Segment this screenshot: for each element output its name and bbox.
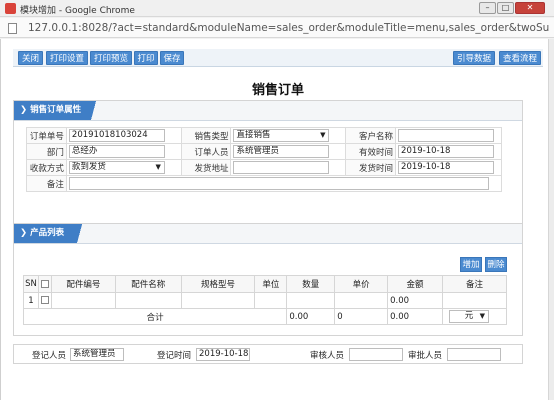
window-title: 模块增加 - Google Chrome bbox=[20, 6, 135, 16]
cell-unit[interactable] bbox=[254, 292, 288, 309]
order-form: 订单单号 20191018103024 销售类型 直接销售 ▼ 客户名称 部门 总… bbox=[26, 127, 503, 192]
section-title: 销售订单属性 bbox=[30, 105, 82, 115]
col-sn: SN bbox=[23, 275, 39, 293]
section-tab[interactable]: ❯ 产品列表 bbox=[14, 224, 93, 243]
col-spec: 规格型号 bbox=[180, 275, 256, 293]
col-price: 单价 bbox=[334, 275, 389, 293]
sales-type-value: 直接销售 bbox=[236, 130, 271, 140]
chevron-right-icon: ❯ bbox=[20, 228, 28, 238]
close-button[interactable]: 关闭 bbox=[18, 51, 43, 65]
total-amount: 0.00 bbox=[387, 308, 443, 325]
guide-data-button[interactable]: 引导数据 bbox=[453, 51, 495, 65]
cell-part-no[interactable] bbox=[50, 292, 116, 309]
window-titlebar: 模块增加 - Google Chrome – □ ✕ bbox=[0, 0, 554, 17]
remark-field[interactable] bbox=[68, 177, 489, 190]
order-no-field[interactable]: 20191018103024 bbox=[68, 129, 165, 142]
sales-type-select[interactable]: 直接销售 ▼ bbox=[233, 129, 330, 142]
valid-time-label: 有效时间 bbox=[345, 143, 397, 160]
registrar-field[interactable]: 系统管理员 bbox=[70, 348, 124, 361]
order-properties-section: ❯ 销售订单属性 订单单号 20191018103024 销售类型 直接销售 ▼ 客… bbox=[13, 100, 523, 224]
total-row: 合计 0.00 0 0.00 元 ▼ bbox=[22, 308, 508, 325]
section-header: ❯ 销售订单属性 bbox=[14, 101, 522, 121]
product-table: SN 配件编号 配件名称 规格型号 单位 数量 单价 金额 备注 1 0.00 … bbox=[22, 275, 508, 325]
app-icon bbox=[5, 3, 16, 14]
order-person-label: 订单人员 bbox=[180, 143, 232, 160]
currency-select[interactable]: 元 ▼ bbox=[448, 310, 489, 323]
total-price: 0 bbox=[334, 308, 389, 325]
caret-down-icon: ▼ bbox=[320, 131, 326, 139]
customer-label: 客户名称 bbox=[345, 127, 397, 144]
col-part-name: 配件名称 bbox=[114, 275, 182, 293]
cell-price[interactable] bbox=[334, 292, 389, 309]
col-quantity: 数量 bbox=[286, 275, 336, 293]
approver-field[interactable] bbox=[447, 348, 501, 361]
col-part-no: 配件编号 bbox=[50, 275, 116, 293]
minimize-icon[interactable]: – bbox=[479, 2, 496, 14]
payment-select[interactable]: 款到发货 ▼ bbox=[68, 161, 165, 174]
col-select-all[interactable] bbox=[37, 275, 52, 293]
product-list-section: ❯ 产品列表 增加 删除 SN 配件编号 配件名称 规格型号 单位 数量 单价 金… bbox=[13, 223, 523, 336]
checkbox[interactable] bbox=[40, 279, 49, 288]
reg-time-field[interactable]: 2019-10-18 bbox=[196, 348, 250, 361]
table-row: 1 0.00 bbox=[23, 292, 508, 309]
table-header: SN 配件编号 配件名称 规格型号 单位 数量 单价 金额 备注 bbox=[23, 275, 508, 293]
reg-time-label: 登记时间 bbox=[157, 351, 192, 361]
delete-row-button[interactable]: 删除 bbox=[485, 257, 507, 272]
col-remark: 备注 bbox=[441, 275, 508, 293]
page-title: 销售订单 bbox=[251, 83, 304, 98]
payment-label: 收款方式 bbox=[26, 159, 67, 176]
close-icon[interactable]: ✕ bbox=[515, 2, 545, 14]
cell-remark[interactable] bbox=[441, 292, 508, 309]
cell-part-name[interactable] bbox=[114, 292, 182, 309]
total-quantity: 0.00 bbox=[286, 308, 336, 325]
view-flow-button[interactable]: 查看流程 bbox=[499, 51, 541, 65]
customer-field[interactable] bbox=[398, 129, 495, 142]
total-label: 合计 bbox=[22, 308, 288, 325]
col-unit: 单位 bbox=[254, 275, 288, 293]
add-row-button[interactable]: 增加 bbox=[460, 257, 482, 272]
order-no-label: 订单单号 bbox=[26, 127, 67, 144]
checkbox[interactable] bbox=[40, 296, 49, 304]
reviewer-field[interactable] bbox=[349, 348, 403, 361]
payment-value: 款到发货 bbox=[71, 162, 106, 172]
department-label: 部门 bbox=[26, 143, 67, 160]
section-title: 产品列表 bbox=[30, 228, 65, 238]
row-sn: 1 bbox=[23, 292, 39, 309]
registrar-label: 登记人员 bbox=[32, 351, 67, 361]
remark-label: 备注 bbox=[26, 175, 67, 192]
col-amount: 金额 bbox=[387, 275, 443, 293]
print-settings-button[interactable]: 打印设置 bbox=[46, 51, 88, 65]
ship-address-field[interactable] bbox=[233, 161, 330, 174]
reviewer-label: 审核人员 bbox=[310, 351, 345, 361]
url-field[interactable]: 127.0.0.1:8028/?act=standard&moduleName=… bbox=[28, 22, 550, 34]
cell-quantity[interactable] bbox=[286, 292, 336, 309]
scrollbar[interactable] bbox=[548, 39, 554, 400]
print-button[interactable]: 打印 bbox=[134, 51, 158, 65]
caret-down-icon: ▼ bbox=[155, 163, 161, 171]
print-preview-button[interactable]: 打印预览 bbox=[90, 51, 132, 65]
sales-type-label: 销售类型 bbox=[180, 127, 232, 144]
address-bar: 127.0.0.1:8028/?act=standard&moduleName=… bbox=[0, 18, 554, 38]
caret-down-icon: ▼ bbox=[479, 312, 485, 320]
section-tab[interactable]: ❯ 销售订单属性 bbox=[14, 101, 110, 120]
toolbar: 关闭 打印设置 打印预览 打印 保存 引导数据 查看流程 bbox=[13, 49, 543, 67]
ship-time-field[interactable]: 2019-10-18 bbox=[398, 161, 495, 174]
section-header: ❯ 产品列表 bbox=[14, 224, 522, 244]
valid-time-field[interactable]: 2019-10-18 bbox=[398, 145, 495, 158]
page-icon bbox=[8, 23, 17, 34]
department-field[interactable]: 总经办 bbox=[68, 145, 165, 158]
order-person-field[interactable]: 系统管理员 bbox=[233, 145, 330, 158]
cell-amount: 0.00 bbox=[387, 292, 443, 309]
cell-spec[interactable] bbox=[180, 292, 256, 309]
registration-bar: 登记人员 系统管理员 登记时间 2019-10-18 审核人员 审批人员 bbox=[13, 344, 523, 364]
ship-address-label: 发货地址 bbox=[180, 159, 232, 176]
chevron-right-icon: ❯ bbox=[20, 105, 28, 115]
approver-label: 审批人员 bbox=[408, 351, 443, 361]
save-button[interactable]: 保存 bbox=[160, 51, 184, 65]
currency-value: 元 bbox=[464, 311, 474, 321]
maximize-icon[interactable]: □ bbox=[497, 2, 514, 14]
ship-time-label: 发货时间 bbox=[345, 159, 397, 176]
page-content: 关闭 打印设置 打印预览 打印 保存 引导数据 查看流程 销售订单 ❯ 销售订单属… bbox=[0, 39, 554, 400]
